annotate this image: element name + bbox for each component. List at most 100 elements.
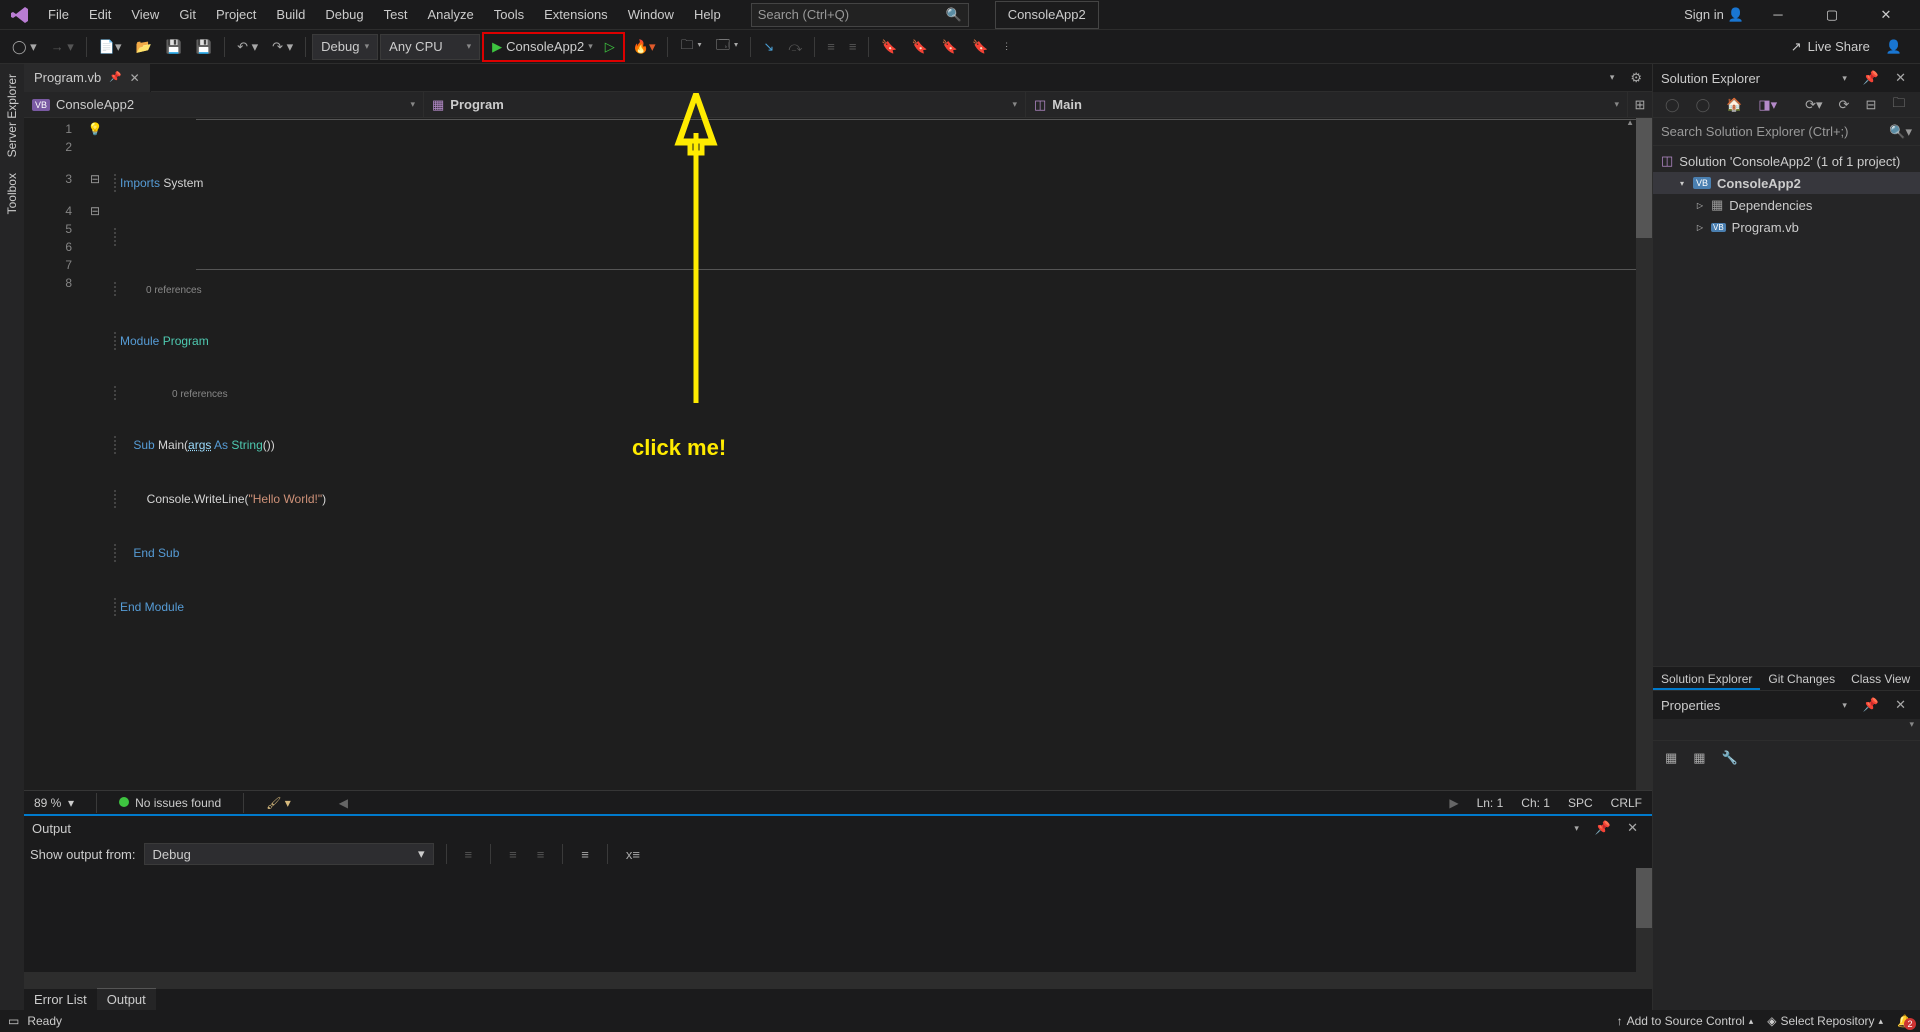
nav-forward-button[interactable]: → ▾ — [45, 34, 80, 60]
issues-indicator[interactable]: No issues found — [119, 796, 221, 810]
solution-tree[interactable]: ◫ Solution 'ConsoleApp2' (1 of 1 project… — [1653, 146, 1920, 666]
member-combo[interactable]: ◫ Main ▾ — [1026, 92, 1628, 117]
switch-views-button[interactable]: ◨▾ — [1752, 92, 1783, 118]
undo-button[interactable]: ↶ ▾ — [231, 34, 264, 60]
fold-margin[interactable]: 💡 ⊟ ⊟ — [80, 118, 110, 790]
panel-pin-icon[interactable]: 📌 — [1857, 65, 1885, 91]
output-horizontal-scrollbar[interactable] — [24, 972, 1636, 988]
clear-all-button[interactable]: ≡ — [531, 841, 551, 867]
bookmark-clear-button[interactable]: 🔖 — [966, 34, 994, 60]
active-files-dropdown[interactable]: ▾ — [1604, 65, 1621, 91]
back-nav-button[interactable]: ◯ — [1659, 92, 1686, 118]
web-button[interactable]: 🗔 ▾ — [710, 34, 745, 60]
document-tab-program[interactable]: Program.vb 📌 ✕ — [24, 64, 151, 92]
toolbar-more-button[interactable]: ⋮ — [996, 34, 1017, 60]
configuration-combo[interactable]: Debug▾ — [312, 34, 378, 60]
editor-vertical-scrollbar[interactable]: ▲ — [1636, 118, 1652, 790]
go-to-next-button[interactable]: ≡ — [503, 841, 523, 867]
save-all-button[interactable]: 💾 — [190, 34, 218, 60]
server-explorer-tab[interactable]: Server Explorer — [3, 68, 21, 163]
indent-more-button[interactable]: ≡ — [843, 34, 863, 60]
error-list-tab[interactable]: Error List — [24, 989, 97, 1010]
output-close-icon[interactable]: ✕ — [1621, 815, 1644, 841]
expand-icon[interactable]: ▾ — [1677, 179, 1687, 188]
start-debugging-button[interactable]: ▶ ConsoleApp2 ▾ — [486, 35, 599, 59]
close-tab-icon[interactable]: ✕ — [130, 71, 140, 85]
eol-indicator[interactable]: CRLF — [1611, 796, 1642, 810]
split-arrow-icon[interactable]: ▲ — [1626, 118, 1634, 127]
forward-nav-button[interactable]: ◯ — [1690, 92, 1717, 118]
open-file-button[interactable]: 📂 — [130, 34, 158, 60]
show-all-files-button[interactable]: 🗀 — [1886, 92, 1911, 118]
menu-tools[interactable]: Tools — [484, 0, 534, 30]
solution-explorer-search[interactable]: Search Solution Explorer (Ctrl+;) 🔍▾ — [1653, 118, 1920, 146]
sign-in-button[interactable]: Sign in 👤 — [1684, 7, 1744, 23]
hscroll-left-icon[interactable]: ◀ — [339, 796, 348, 810]
codelens-refs-0[interactable]: 0 references — [114, 282, 1652, 296]
save-button[interactable]: 💾 — [160, 34, 188, 60]
output-tab[interactable]: Output — [97, 988, 156, 1010]
minimize-button[interactable]: ─ — [1758, 1, 1798, 29]
step-over-button[interactable]: ⤼ — [782, 34, 808, 60]
solution-explorer-tab[interactable]: Solution Explorer — [1653, 667, 1760, 690]
properties-close-icon[interactable]: ✕ — [1889, 692, 1912, 718]
menu-build[interactable]: Build — [266, 0, 315, 30]
brush-button[interactable]: 🖌 ▾ — [266, 796, 291, 810]
project-node[interactable]: ▾ VB ConsoleApp2 — [1653, 172, 1920, 194]
properties-pin-icon[interactable]: 📌 — [1857, 692, 1885, 718]
word-wrap-button[interactable]: ≡ — [575, 841, 595, 867]
zoom-combo[interactable]: 89 % ▾ — [34, 796, 74, 810]
pin-icon[interactable]: 📌 — [109, 72, 121, 83]
spaces-indicator[interactable]: SPC — [1568, 796, 1593, 810]
close-window-button[interactable]: ✕ — [1866, 1, 1906, 29]
toolbox-tab[interactable]: Toolbox — [3, 167, 21, 220]
menu-project[interactable]: Project — [206, 0, 266, 30]
menu-git[interactable]: Git — [169, 0, 206, 30]
menu-debug[interactable]: Debug — [315, 0, 373, 30]
go-to-prev-button[interactable]: ≡ — [459, 841, 479, 867]
bookmark-next-button[interactable]: 🔖 — [936, 34, 964, 60]
menu-view[interactable]: View — [121, 0, 169, 30]
line-indicator[interactable]: Ln: 1 — [1477, 796, 1504, 810]
home-button[interactable]: 🏠 — [1720, 92, 1748, 118]
type-combo[interactable]: ▦ Program ▾ — [424, 92, 1026, 117]
code-editor[interactable]: 12 3 45678 💡 ⊟ ⊟ Imports System 0 refere… — [24, 118, 1652, 790]
output-from-combo[interactable]: Debug ▾ — [144, 843, 434, 865]
git-changes-tab[interactable]: Git Changes — [1760, 667, 1843, 690]
solution-node[interactable]: ◫ Solution 'ConsoleApp2' (1 of 1 project… — [1653, 150, 1920, 172]
bookmark-button[interactable]: 🔖 — [875, 34, 903, 60]
hot-reload-button[interactable]: 🔥▾ — [627, 34, 662, 60]
menu-file[interactable]: File — [38, 0, 79, 30]
menu-analyze[interactable]: Analyze — [417, 0, 483, 30]
indent-less-button[interactable]: ≡ — [821, 34, 841, 60]
expand-icon[interactable]: ▷ — [1695, 201, 1705, 210]
search-box[interactable]: Search (Ctrl+Q) 🔍 — [751, 3, 969, 27]
live-share-button[interactable]: ↗ Live Share 👤 — [1779, 39, 1914, 55]
bookmark-prev-button[interactable]: 🔖 — [906, 34, 934, 60]
output-body[interactable] — [24, 868, 1652, 988]
codelens-refs-1[interactable]: 0 references — [114, 386, 1652, 400]
sync-button[interactable]: ⟳ — [1833, 92, 1856, 118]
menu-extensions[interactable]: Extensions — [534, 0, 618, 30]
output-vertical-scrollbar[interactable] — [1636, 868, 1652, 988]
program-file-node[interactable]: ▷ VB Program.vb — [1653, 216, 1920, 238]
start-without-debugging-button[interactable]: ▷ — [599, 35, 621, 59]
menu-window[interactable]: Window — [618, 0, 684, 30]
nav-back-button[interactable]: ◯ ▾ — [6, 34, 43, 60]
expand-icon[interactable]: ▷ — [1695, 223, 1705, 232]
panel-dropdown-icon[interactable]: ▾ — [1836, 65, 1853, 91]
pending-changes-button[interactable]: ⟳▾ — [1799, 92, 1828, 118]
toggle-output-button[interactable]: x≡ — [620, 841, 646, 867]
redo-button[interactable]: ↷ ▾ — [266, 34, 299, 60]
categorized-button[interactable]: ▦ — [1659, 745, 1683, 771]
collapse-all-button[interactable]: ⊟ — [1859, 92, 1882, 118]
project-combo[interactable]: VB ConsoleApp2 ▾ — [24, 92, 424, 117]
step-into-button[interactable]: ↘ — [757, 34, 780, 60]
alphabetical-button[interactable]: ▦ — [1687, 745, 1711, 771]
menu-help[interactable]: Help — [684, 0, 731, 30]
properties-combo-caret[interactable]: ▾ — [1903, 719, 1920, 740]
notifications-button[interactable]: 🔔 2 — [1897, 1014, 1912, 1028]
split-editor-button[interactable]: ⊞ — [1628, 92, 1652, 118]
hscroll-right-icon[interactable]: ▶ — [1449, 796, 1458, 810]
properties-dropdown-icon[interactable]: ▾ — [1836, 692, 1853, 718]
